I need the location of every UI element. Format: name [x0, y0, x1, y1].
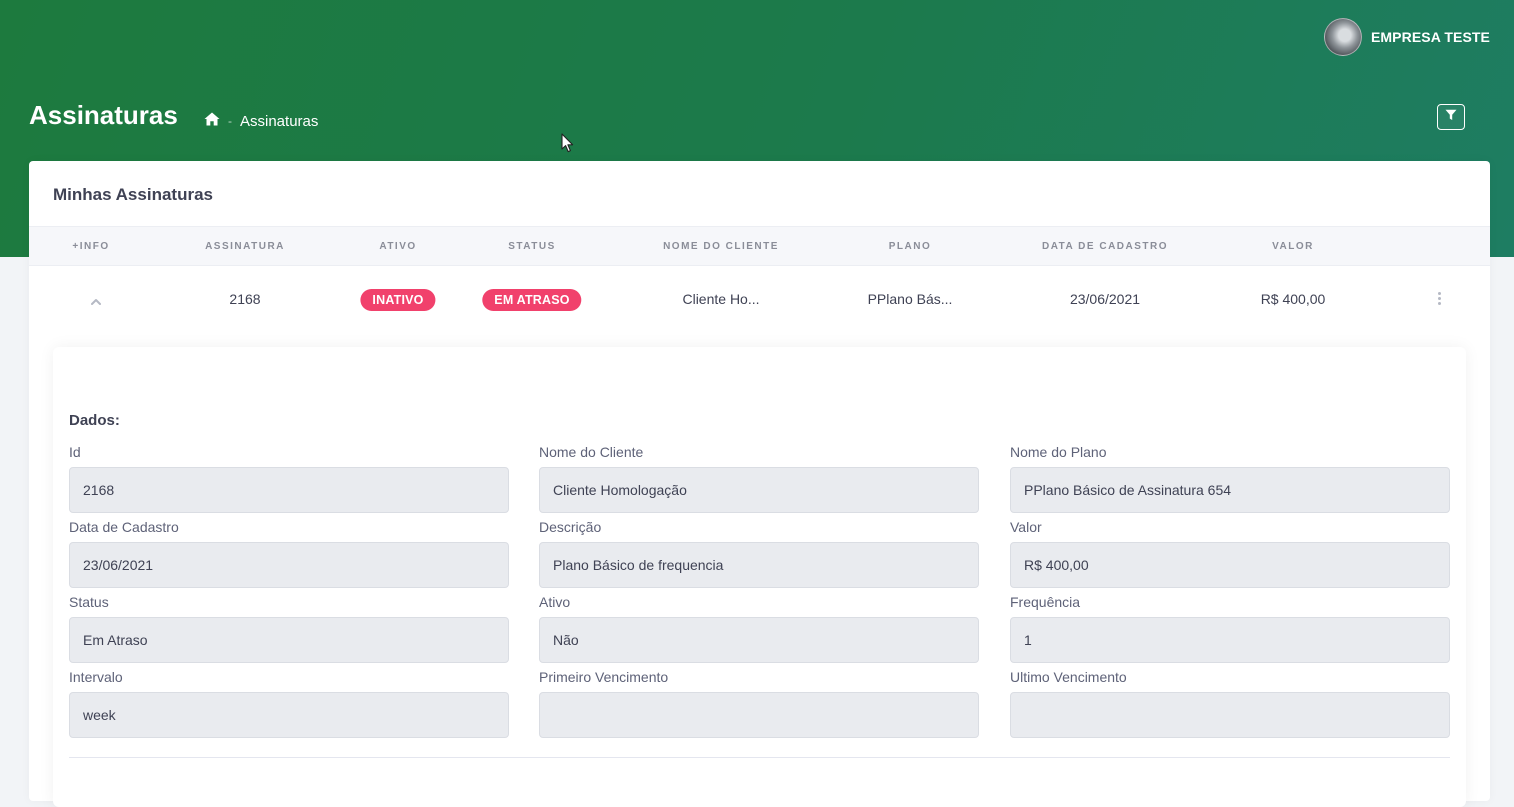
cell-status: EM ATRASO: [482, 266, 582, 332]
field-value-input[interactable]: R$ 400,00: [1010, 542, 1450, 588]
column-header-valor[interactable]: VALOR: [1272, 227, 1314, 267]
mouse-cursor-icon: [561, 133, 574, 158]
column-header-info[interactable]: +INFO: [72, 227, 109, 267]
field-data-cadastro: Data de Cadastro 23/06/2021: [69, 517, 509, 588]
breadcrumb: - Assinaturas: [204, 112, 318, 130]
field-label: Intervalo: [69, 669, 123, 685]
user-name[interactable]: EMPRESA TESTE: [1371, 29, 1490, 45]
breadcrumb-separator: -: [228, 114, 232, 128]
cell-ativo: INATIVO: [360, 266, 436, 332]
field-descricao: Descrição Plano Básico de frequencia: [539, 517, 979, 588]
field-label: Frequência: [1010, 594, 1081, 610]
divider: [69, 757, 1450, 758]
field-value-input[interactable]: [539, 692, 979, 738]
field-label: Id: [69, 444, 81, 460]
column-header-nome-cliente[interactable]: NOME DO CLIENTE: [663, 227, 779, 267]
field-label: Primeiro Vencimento: [539, 669, 669, 685]
user-menu[interactable]: EMPRESA TESTE: [1323, 18, 1490, 56]
field-status: Status Em Atraso: [69, 592, 509, 663]
field-value-input[interactable]: Plano Básico de frequencia: [539, 542, 979, 588]
field-nome-cliente: Nome do Cliente Cliente Homologação: [539, 442, 979, 513]
more-vertical-icon[interactable]: [1438, 292, 1441, 305]
field-label: Nome do Plano: [1010, 444, 1107, 460]
field-label: Data de Cadastro: [69, 519, 179, 535]
field-value-input[interactable]: PPlano Básico de Assinatura 654: [1010, 467, 1450, 513]
detail-title: Dados:: [69, 412, 120, 429]
field-intervalo: Intervalo week: [69, 667, 509, 738]
column-header-data-cadastro[interactable]: DATA DE CADASTRO: [1042, 227, 1168, 267]
breadcrumb-current: Assinaturas: [240, 112, 319, 130]
field-ultimo-vencimento: Ultimo Vencimento: [1010, 667, 1450, 738]
field-value-input[interactable]: 2168: [69, 467, 509, 513]
card-title: Minhas Assinaturas: [53, 185, 213, 204]
table-row: 2168 INATIVO EM ATRASO Cliente Ho... PPl…: [29, 266, 1490, 332]
field-value-input[interactable]: Cliente Homologação: [539, 467, 979, 513]
status-badge: INATIVO: [360, 289, 436, 312]
field-nome-plano: Nome do Plano PPlano Básico de Assinatur…: [1010, 442, 1450, 513]
chevron-up-icon[interactable]: [91, 292, 101, 310]
table-header: +INFO ASSINATURA ATIVO STATUS NOME DO CL…: [29, 226, 1490, 266]
field-value-input[interactable]: 23/06/2021: [69, 542, 509, 588]
field-label: Status: [69, 594, 109, 610]
field-value-input[interactable]: week: [69, 692, 509, 738]
field-label: Ultimo Vencimento: [1010, 669, 1127, 685]
page-title: Assinaturas: [29, 100, 178, 130]
home-icon[interactable]: [204, 112, 220, 130]
field-label: Nome do Cliente: [539, 444, 644, 460]
cell-data-cadastro: 23/06/2021: [1069, 291, 1141, 307]
subscriptions-card: Minhas Assinaturas +INFO ASSINATURA ATIV…: [29, 161, 1490, 807]
cell-valor: R$ 400,00: [1260, 291, 1326, 307]
field-label: Ativo: [539, 594, 571, 610]
status-badge: EM ATRASO: [482, 289, 582, 312]
column-header-plano[interactable]: PLANO: [889, 227, 932, 267]
field-primeiro-vencimento: Primeiro Vencimento: [539, 667, 979, 738]
field-ativo: Ativo Não: [539, 592, 979, 663]
field-value-input[interactable]: Em Atraso: [69, 617, 509, 663]
column-header-assinatura[interactable]: ASSINATURA: [205, 227, 285, 267]
field-label: Descrição: [539, 519, 602, 535]
cell-plano: PPlano Bás...: [867, 291, 953, 307]
cell-nome-cliente: Cliente Ho...: [682, 291, 760, 307]
field-valor: Valor R$ 400,00: [1010, 517, 1450, 588]
filter-button[interactable]: [1437, 104, 1465, 130]
column-header-status[interactable]: STATUS: [508, 227, 556, 267]
cell-assinatura: 2168: [229, 291, 261, 307]
column-header-ativo[interactable]: ATIVO: [379, 227, 416, 267]
avatar[interactable]: [1323, 18, 1362, 56]
field-id: Id 2168: [69, 442, 509, 513]
field-value-input[interactable]: [1010, 692, 1450, 738]
field-label: Valor: [1010, 519, 1042, 535]
detail-panel: Dados: Id 2168 Nome do Cliente Cliente H…: [53, 347, 1466, 807]
field-value-input[interactable]: 1: [1010, 617, 1450, 663]
field-frequencia: Frequência 1: [1010, 592, 1450, 663]
field-value-input[interactable]: Não: [539, 617, 979, 663]
filter-icon: [1445, 108, 1457, 126]
